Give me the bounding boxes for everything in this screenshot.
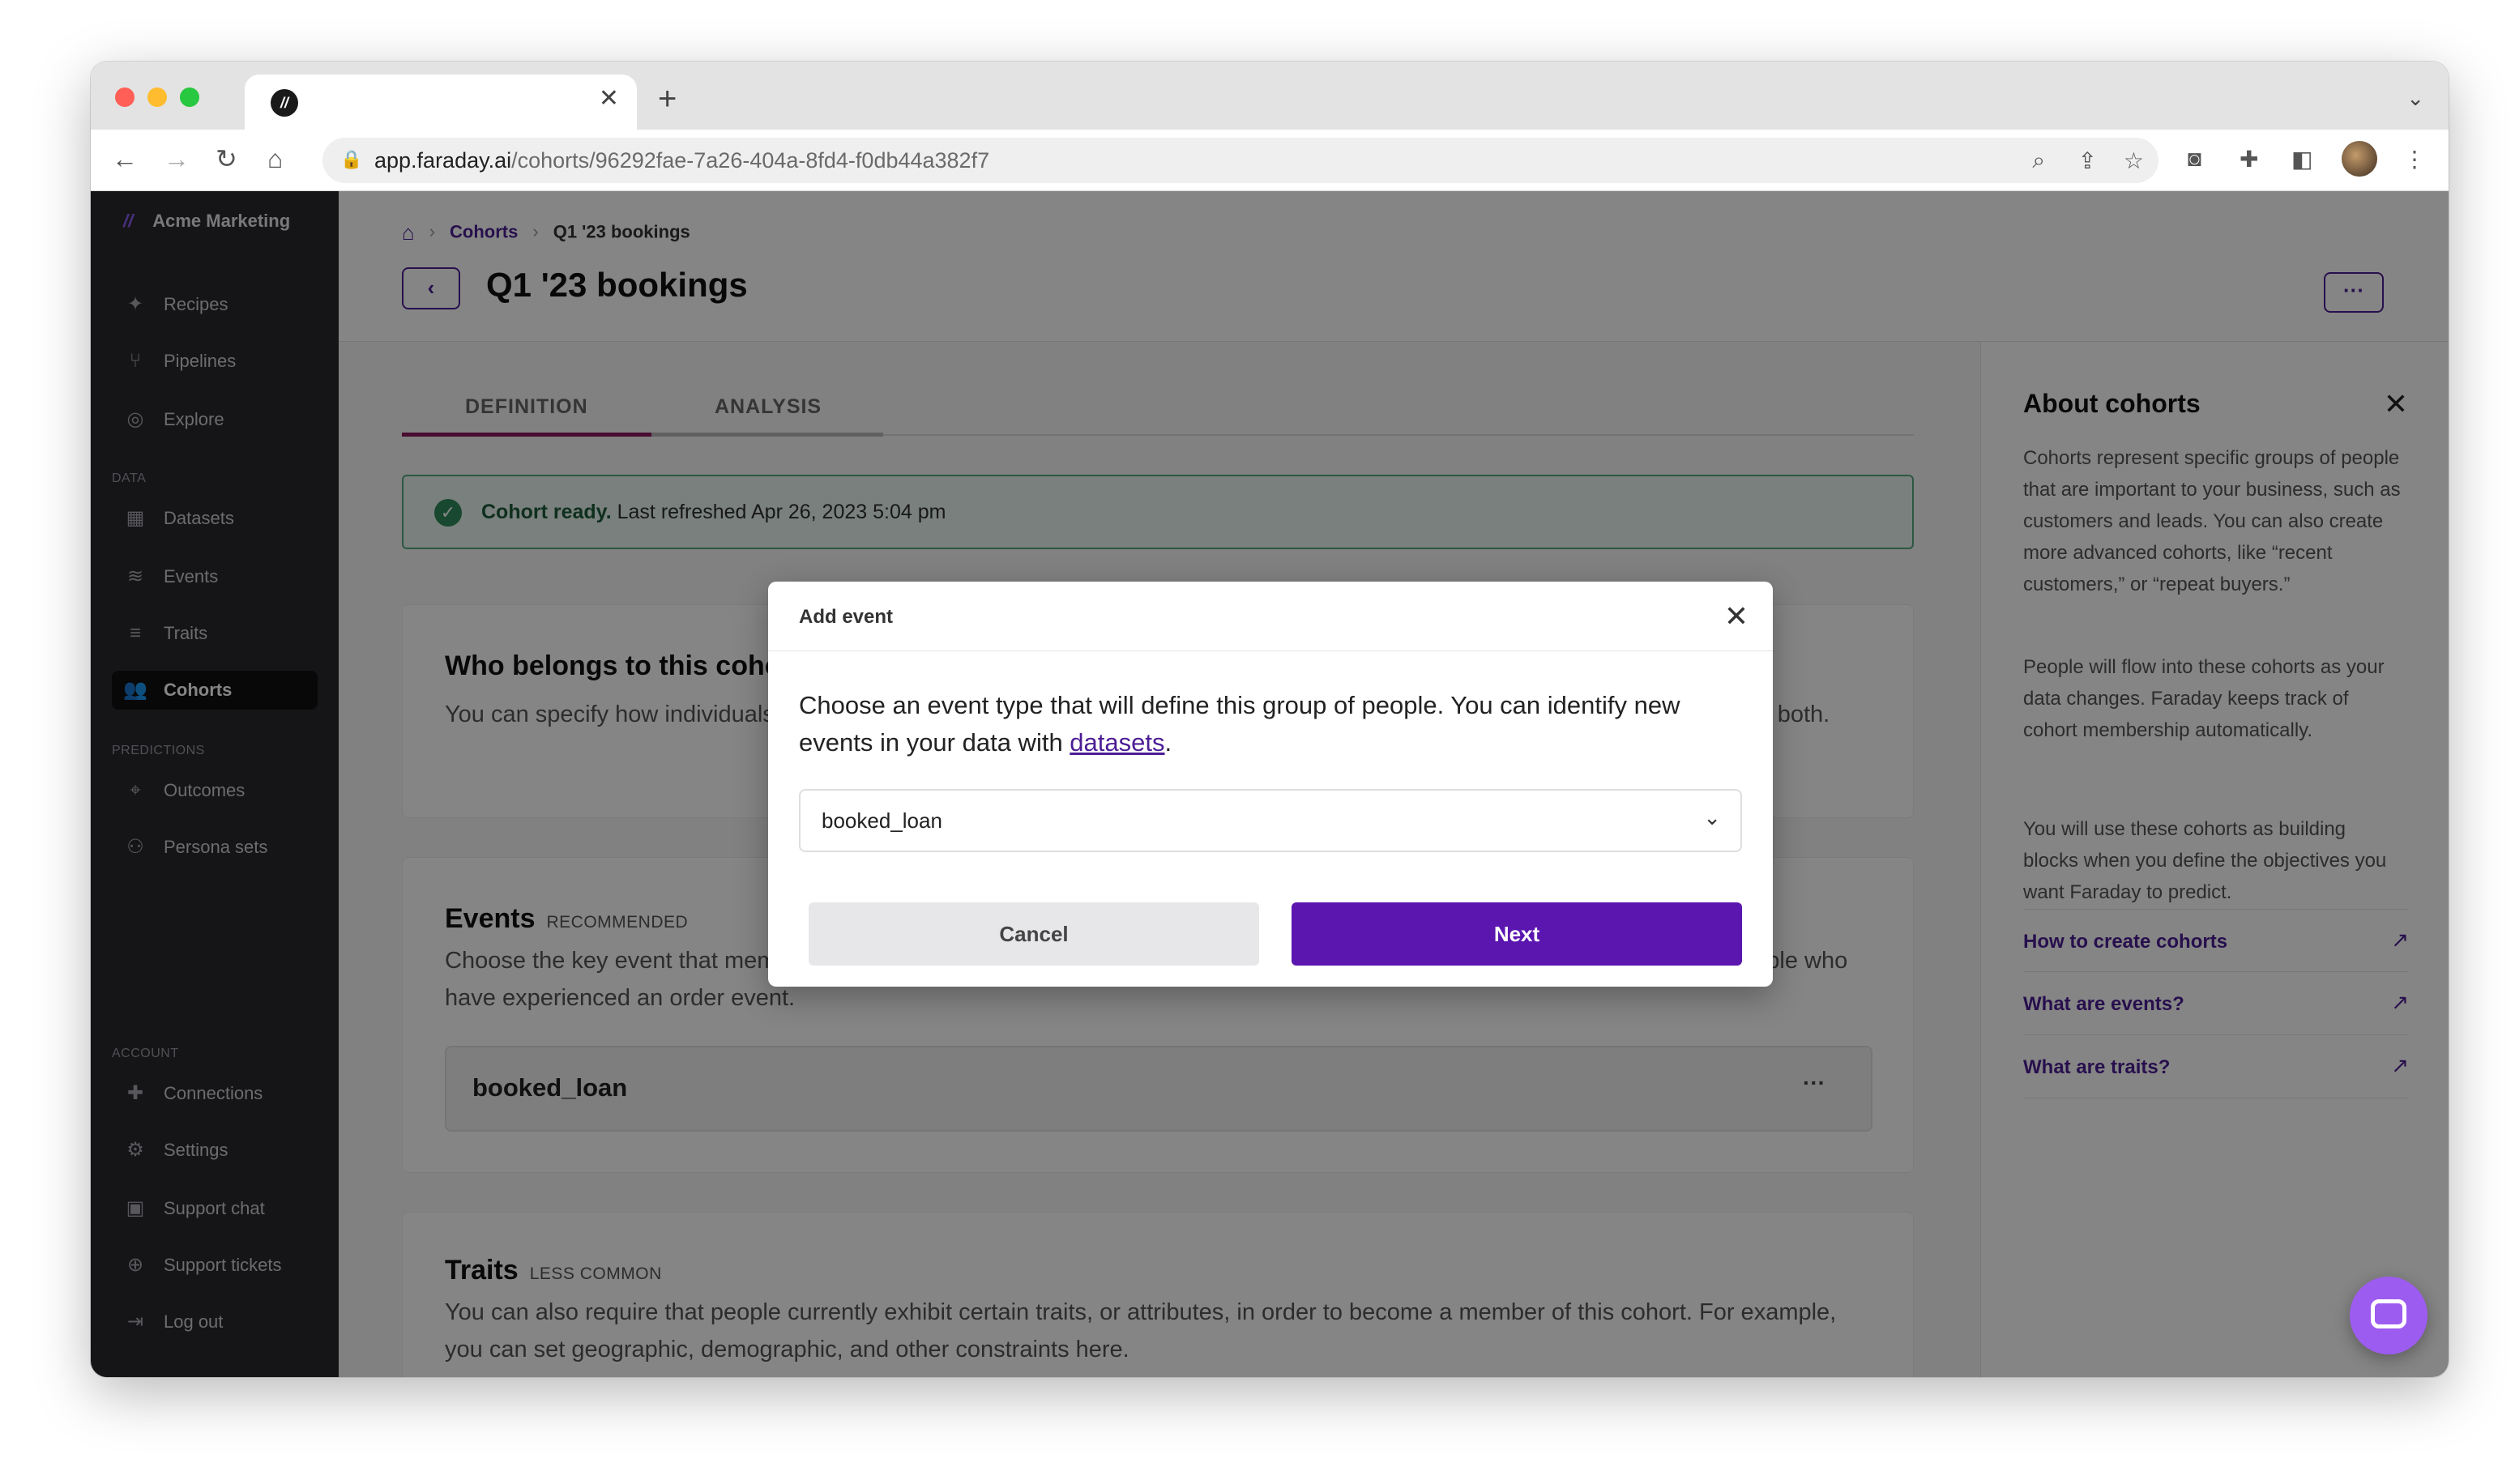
chat-bubble-icon <box>2371 1299 2406 1328</box>
close-window-button[interactable] <box>115 87 135 107</box>
event-type-select[interactable]: booked_loan ⌄ <box>799 789 1742 852</box>
minimize-window-button[interactable] <box>147 87 167 107</box>
share-icon[interactable]: ⇪ <box>2078 147 2097 174</box>
tab-close-icon[interactable]: ✕ <box>599 84 619 113</box>
bookmark-star-icon[interactable]: ☆ <box>2124 147 2144 174</box>
reload-icon[interactable]: ↻ <box>216 143 237 175</box>
cancel-button[interactable]: Cancel <box>809 902 1259 966</box>
modal-close-icon[interactable]: ✕ <box>1724 599 1749 633</box>
tab-search-chevron-icon[interactable]: ⌄ <box>2406 86 2424 111</box>
chevron-down-icon: ⌄ <box>1703 805 1721 829</box>
browser-tab[interactable]: // ✕ <box>245 75 637 130</box>
faraday-favicon-icon: // <box>271 89 298 117</box>
browser-toolbar: ← → ↻ ⌂ 🔒 app.faraday.ai/cohorts/96292fa… <box>91 130 2449 191</box>
zoom-icon[interactable]: ⌕ <box>2032 147 2045 174</box>
kebab-menu-icon[interactable]: ⋮ <box>2403 146 2426 173</box>
new-tab-icon[interactable]: + <box>658 83 677 115</box>
modal-title: Add event <box>799 606 894 628</box>
url-text[interactable]: app.faraday.ai/cohorts/96292fae-7a26-404… <box>374 148 989 173</box>
browser-tab-strip: // ✕ + ⌄ <box>91 62 2449 130</box>
datasets-link[interactable]: datasets <box>1070 728 1164 757</box>
next-button[interactable]: Next <box>1292 902 1742 966</box>
address-bar[interactable]: 🔒 app.faraday.ai/cohorts/96292fae-7a26-4… <box>322 138 2158 183</box>
maximize-window-button[interactable] <box>180 87 199 107</box>
back-arrow-icon[interactable]: ← <box>112 143 138 175</box>
extensions-puzzle-icon[interactable]: ✚ <box>2240 146 2258 173</box>
forward-arrow-icon[interactable]: → <box>164 143 190 175</box>
modal-description: Choose an event type that will define th… <box>799 691 1680 757</box>
add-event-modal: Add event ✕ Choose an event type that wi… <box>768 582 1773 987</box>
lock-icon[interactable]: 🔒 <box>340 149 362 170</box>
camera-icon[interactable]: ◙ <box>2188 146 2201 172</box>
profile-avatar[interactable] <box>2342 141 2377 177</box>
chat-launcher-button[interactable] <box>2350 1277 2427 1354</box>
side-panel-icon[interactable]: ◧ <box>2291 146 2312 173</box>
home-icon[interactable]: ⌂ <box>267 143 283 175</box>
modal-header: Add event ✕ <box>768 582 1773 651</box>
event-type-select-value: booked_loan <box>822 808 942 833</box>
